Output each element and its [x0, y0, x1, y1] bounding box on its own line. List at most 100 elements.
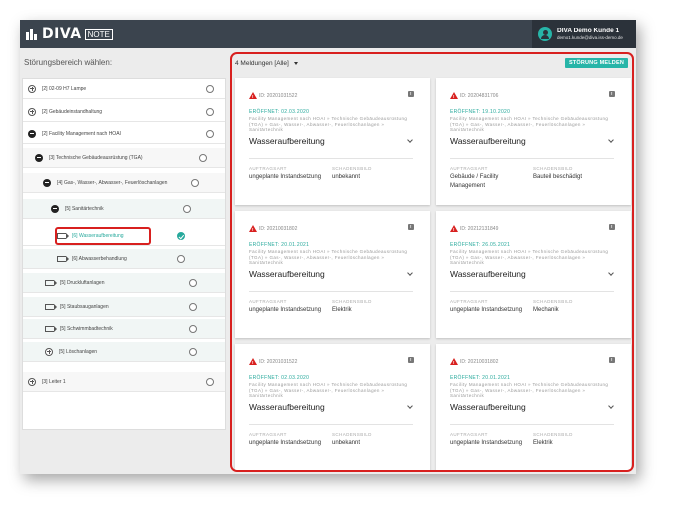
damage-type-label: SCHADENSBILD [332, 299, 372, 304]
select-radio[interactable] [183, 205, 191, 213]
chevron-down-icon[interactable] [407, 137, 413, 143]
select-radio[interactable] [189, 325, 197, 333]
select-radio[interactable] [206, 378, 214, 386]
divider [450, 291, 614, 292]
select-radio[interactable] [189, 348, 197, 356]
report-title: Wasseraufbereitung [450, 402, 526, 412]
tree-item-technische-gebäudeausrüstung-tga[interactable]: [3] Technische Gebäudeausrüstung (TGA) [23, 148, 225, 168]
report-id: ID: 20210031802 [259, 225, 298, 232]
select-radio[interactable] [199, 154, 207, 162]
info-icon[interactable] [408, 357, 414, 363]
warning-icon [450, 92, 458, 99]
order-type-value: ungeplante Instandsetzung [249, 307, 322, 313]
report-opened-date: ERÖFFNET: 02.03.2020 [249, 375, 310, 381]
report-category-path: Facility Management nach HOAI » Technisc… [249, 249, 408, 266]
chevron-down-icon[interactable] [608, 403, 614, 409]
report-category-path: Facility Management nach HOAI » Technisc… [450, 116, 609, 133]
tree-item-sanitärtechnik[interactable]: [5] Sanitärtechnik [23, 199, 225, 219]
report-opened-date: ERÖFFNET: 20.01.2021 [450, 375, 511, 381]
tree-item-label: [5] Staubsauganlagen [60, 303, 109, 310]
tag-icon[interactable] [45, 279, 57, 286]
info-icon[interactable] [609, 357, 615, 363]
tag-icon[interactable] [57, 255, 69, 262]
select-radio[interactable] [189, 279, 197, 287]
chevron-down-icon[interactable] [608, 137, 614, 143]
order-type-label: AUFTRAGSART [450, 166, 488, 171]
tree-item-label: [4] Gas-, Wasser-, Abwasser-, Feuerlösch… [57, 179, 168, 186]
plus-circle-icon[interactable] [28, 107, 36, 116]
selected-check-icon[interactable] [177, 232, 185, 240]
tree-item-02-09-h7-lampe[interactable]: [2] 02-09 H7 Lampe [23, 79, 225, 99]
tree-item-label: [5] Schwimmbadtechnik [60, 325, 113, 332]
tree-item-gebäudeinstandhaltung[interactable]: [2] Gebäudeinstandhaltung [23, 102, 225, 122]
order-type-label: AUFTRAGSART [450, 432, 488, 437]
report-title: Wasseraufbereitung [249, 402, 325, 412]
sidebar-title: Störungsbereich wählen: [24, 58, 113, 67]
tree-item-abwasserbehandlung[interactable]: [6] Abwasserbehandlung [23, 249, 225, 269]
info-icon[interactable] [408, 91, 414, 97]
tree-item-gas-wasser-abwasser-feuerlöschanlagen[interactable]: [4] Gas-, Wasser-, Abwasser-, Feuerlösch… [23, 173, 225, 193]
info-icon[interactable] [609, 91, 615, 97]
select-radio[interactable] [206, 108, 214, 116]
plus-circle-icon[interactable] [45, 347, 53, 356]
minus-circle-icon[interactable] [28, 129, 36, 138]
warning-icon [249, 358, 257, 365]
filter-dropdown[interactable]: 4 Meldungen [Alle] [235, 60, 289, 67]
divider [249, 158, 413, 159]
chevron-down-icon[interactable] [608, 270, 614, 276]
user-menu[interactable]: DIVA Demo Kunde 1 demo1.kunde@diva.iss-d… [532, 20, 636, 48]
minus-circle-icon[interactable] [43, 178, 51, 187]
damage-type-value: Mechanik [533, 307, 559, 313]
select-radio[interactable] [191, 179, 199, 187]
plus-circle-icon[interactable] [28, 377, 36, 386]
report-card[interactable]: ID: 20201031522 ERÖFFNET: 02.03.2020 Fac… [235, 78, 430, 205]
tag-icon[interactable] [45, 303, 57, 310]
tree-item-löschanlagen[interactable]: [5] Löschanlagen [23, 342, 225, 362]
order-type-value: ungeplante Instandsetzung [450, 307, 523, 313]
damage-type-value: Elektrik [332, 307, 352, 313]
caret-down-icon[interactable] [293, 61, 298, 65]
report-card[interactable]: ID: 20204831706 ERÖFFNET: 19.10.2020 Fac… [436, 78, 631, 205]
select-radio[interactable] [206, 85, 214, 93]
report-card[interactable]: ID: 20210031802 ERÖFFNET: 20.01.2021 Fac… [436, 344, 631, 470]
select-radio[interactable] [189, 303, 197, 311]
minus-circle-icon[interactable] [35, 153, 43, 162]
minus-circle-icon[interactable] [51, 204, 59, 213]
warning-icon [450, 225, 458, 232]
report-issue-button[interactable]: STÖRUNG MELDEN [564, 58, 628, 68]
report-card[interactable]: ID: 20212131849 ERÖFFNET: 26.05.2021 Fac… [436, 211, 631, 338]
divider [249, 291, 413, 292]
tree-item-label: [2] Gebäudeinstandhaltung [42, 108, 103, 115]
selection-highlight [55, 227, 151, 245]
damage-type-label: SCHADENSBILD [533, 166, 573, 171]
tree-item-druckluftanlagen[interactable]: [5] Druckluftanlagen [23, 273, 225, 293]
info-icon[interactable] [609, 224, 615, 230]
select-radio[interactable] [206, 130, 214, 138]
tree-item-label: [6] Abwasserbehandlung [72, 255, 127, 262]
order-type-label: AUFTRAGSART [249, 299, 287, 304]
report-opened-date: ERÖFFNET: 26.05.2021 [450, 242, 511, 248]
order-type-label: AUFTRAGSART [249, 166, 287, 171]
logo[interactable]: DIVA NOTE [26, 26, 113, 42]
report-title: Wasseraufbereitung [249, 269, 325, 279]
tree-item-schwimmbadtechnik[interactable]: [5] Schwimmbadtechnik [23, 319, 225, 339]
tag-icon[interactable] [45, 325, 57, 332]
damage-type-value: Bauteil beschädigt [533, 174, 583, 180]
tree-item-facility-management-nach-hoai[interactable]: [2] Facility Management nach HOAI [23, 124, 225, 144]
tree-item-label: [3] Technische Gebäudeausrüstung (TGA) [49, 154, 143, 161]
tree-item-staubsauganlagen[interactable]: [5] Staubsauganlagen [23, 297, 225, 317]
order-type-label: AUFTRAGSART [249, 432, 287, 437]
damage-type-label: SCHADENSBILD [332, 432, 372, 437]
report-card[interactable]: ID: 20210031802 ERÖFFNET: 20.01.2021 Fac… [235, 211, 430, 338]
damage-type-label: SCHADENSBILD [533, 299, 573, 304]
chevron-down-icon[interactable] [407, 403, 413, 409]
report-card[interactable]: ID: 20201031522 ERÖFFNET: 02.03.2020 Fac… [235, 344, 430, 470]
damage-type-value: unbekannt [332, 440, 361, 446]
select-radio[interactable] [177, 255, 185, 263]
plus-circle-icon[interactable] [28, 84, 36, 93]
chevron-down-icon[interactable] [407, 270, 413, 276]
tree-item-leiter-1[interactable]: [3] Leiter 1 [23, 372, 225, 392]
damage-type-value: Elektrik [533, 440, 553, 446]
order-type-value: ungeplante Instandsetzung [249, 440, 322, 446]
info-icon[interactable] [408, 224, 414, 230]
